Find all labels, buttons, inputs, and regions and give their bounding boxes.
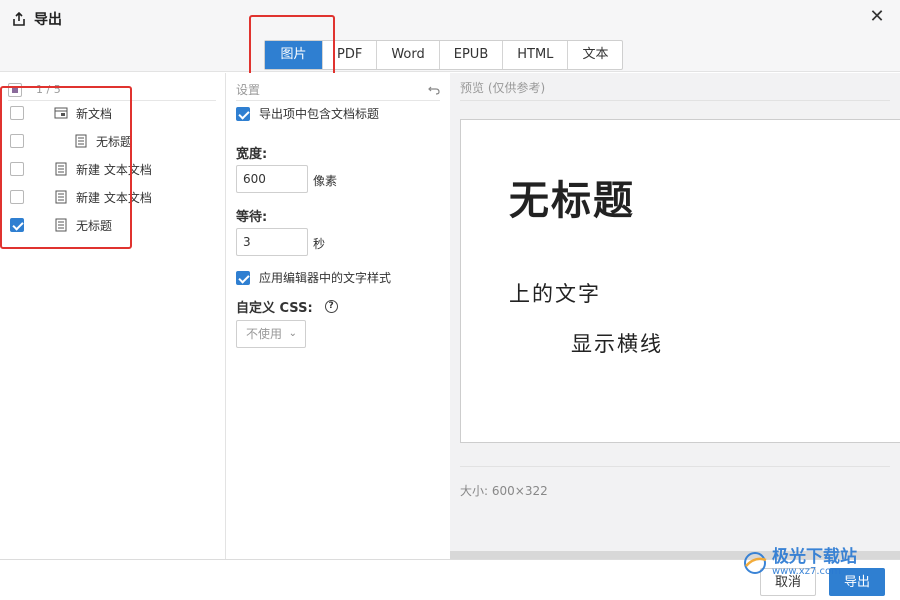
width-input[interactable]: 600 [236, 165, 308, 193]
include-title-checkbox[interactable] [236, 106, 250, 121]
reset-icon[interactable] [428, 84, 440, 96]
share-icon [13, 12, 25, 26]
preview-line-1: 上的文字 [509, 282, 601, 306]
apply-style-checkbox[interactable] [236, 270, 250, 285]
settings-panel: 设置 导出项中包含文档标题 宽度: 600 像素 等待: 3 秒 应用编辑器中的… [227, 73, 449, 559]
tab-html[interactable]: HTML [503, 41, 569, 69]
width-unit: 像素 [313, 174, 338, 188]
preview-header: 预览 (仅供参考) [460, 79, 890, 101]
wait-unit: 秒 [313, 237, 326, 251]
settings-header: 设置 [236, 79, 440, 101]
preview-panel: 预览 (仅供参考) 无标题 上的文字 显示横线 大小: 600×322 [450, 73, 900, 559]
css-select-value: 不使用 [246, 327, 283, 341]
include-title-option[interactable]: 导出项中包含文档标题 [236, 105, 379, 122]
close-icon[interactable]: ✕ [866, 6, 888, 28]
dialog-title: 导出 [12, 9, 62, 29]
apply-style-option[interactable]: 应用编辑器中的文字样式 [236, 269, 391, 286]
settings-title: 设置 [236, 83, 261, 97]
css-label: 自定义 CSS: [236, 301, 313, 316]
dialog-header: 导出 ✕ 图片 PDF Word EPUB HTML 文本 [0, 0, 900, 72]
preview-size: 大小: 600×322 [460, 484, 548, 498]
watermark-text: 极光下载站 [772, 547, 857, 567]
wait-label: 等待: [236, 210, 268, 225]
highlight-tab-box [249, 15, 335, 80]
tab-text[interactable]: 文本 [568, 41, 622, 69]
highlight-list-box [0, 86, 132, 249]
watermark: 极光下载站 www.xz7.com [742, 548, 857, 577]
css-label-row: 自定义 CSS: ? [236, 297, 338, 316]
preview-divider [460, 466, 890, 467]
tab-epub[interactable]: EPUB [440, 41, 504, 69]
chevron-down-icon: ⌄ [288, 328, 297, 339]
help-icon[interactable]: ? [324, 300, 338, 313]
preview-canvas: 无标题 上的文字 显示横线 [460, 119, 900, 443]
dialog-title-text: 导出 [34, 12, 62, 28]
preview-doc-title: 无标题 [509, 177, 635, 224]
apply-style-label: 应用编辑器中的文字样式 [259, 271, 392, 285]
css-select[interactable]: 不使用 ⌄ [236, 320, 306, 348]
tab-word[interactable]: Word [377, 41, 440, 69]
watermark-sub: www.xz7.com [772, 566, 841, 577]
width-label: 宽度: [236, 147, 268, 162]
preview-line-2: 显示横线 [571, 332, 663, 356]
watermark-logo-icon [744, 551, 767, 574]
wait-input[interactable]: 3 [236, 228, 308, 256]
include-title-label: 导出项中包含文档标题 [259, 107, 380, 121]
